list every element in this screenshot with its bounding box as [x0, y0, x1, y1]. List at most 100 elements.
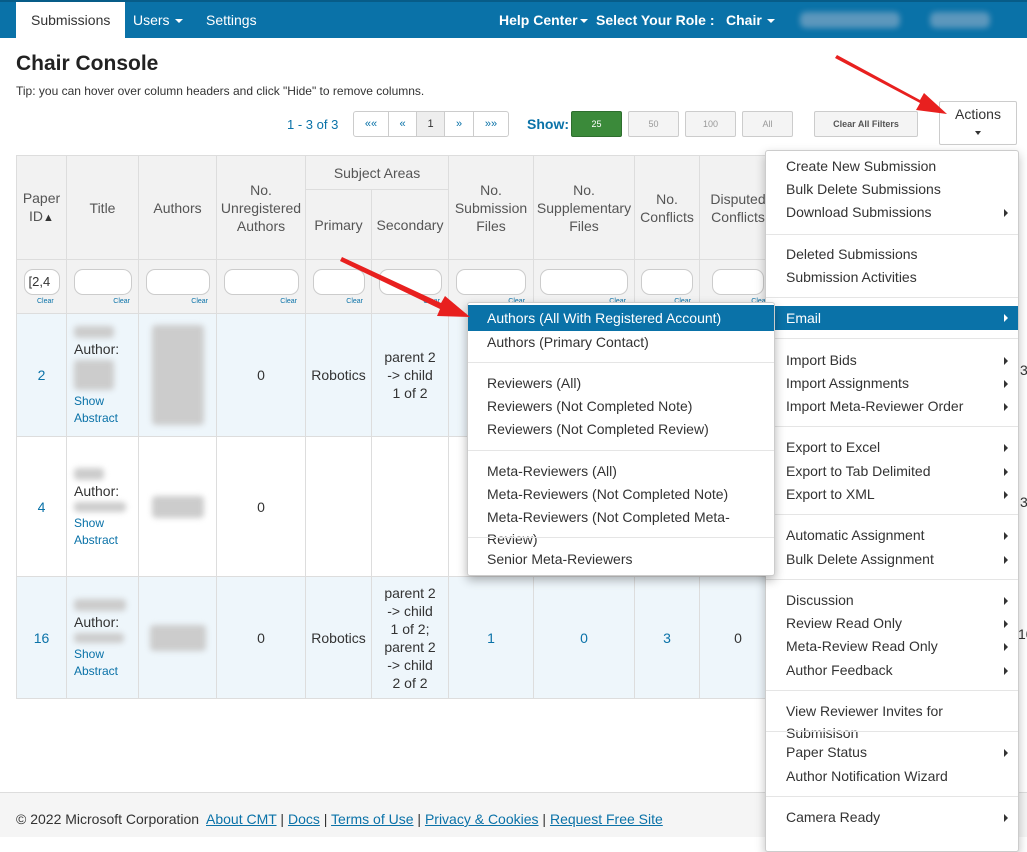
col-title[interactable]: Title — [66, 155, 139, 260]
menu-automatic-assignment[interactable]: Automatic Assignment — [766, 524, 1018, 546]
menu-paper-status[interactable]: Paper Status — [766, 741, 1018, 763]
docs-link[interactable]: Docs — [288, 811, 320, 827]
help-center-menu[interactable]: Help Center — [499, 2, 588, 38]
col-secondary[interactable]: Secondary — [370, 189, 450, 260]
last-page-button[interactable]: »» — [473, 111, 509, 137]
unregistered-cell: 0 — [216, 313, 306, 437]
email-reviewers-not-completed-note[interactable]: Reviewers (Not Completed Note) — [468, 395, 774, 417]
menu-import-assignments[interactable]: Import Assignments — [766, 372, 1018, 394]
next-page-button[interactable]: » — [444, 111, 474, 137]
menu-view-reviewer-invites[interactable]: View Reviewer Invites for Submisison — [766, 700, 1018, 741]
col-paper-id[interactable]: Paper ID▲ — [16, 155, 67, 260]
email-authors-registered[interactable]: Authors (All With Registered Account) — [468, 305, 774, 331]
menu-divider — [766, 426, 1018, 427]
filter-clear-link[interactable]: Clear — [217, 298, 305, 305]
menu-deleted-submissions[interactable]: Deleted Submissions — [766, 243, 1018, 265]
tab-users[interactable]: Users — [133, 2, 183, 38]
filter-clear-link[interactable]: Clear — [17, 298, 66, 305]
show-abstract-link[interactable]: Show Abstract — [67, 646, 138, 680]
menu-bulk-delete-assignment[interactable]: Bulk Delete Assignment — [766, 548, 1018, 570]
supplementary-files-link[interactable]: 0 — [580, 630, 588, 646]
filter-unregistered-input[interactable] — [223, 268, 299, 295]
filter-clear-link[interactable]: Clear — [139, 298, 216, 305]
page-size-25[interactable]: 25 — [571, 111, 622, 137]
email-meta-reviewers-not-completed-note[interactable]: Meta-Reviewers (Not Completed Note) — [468, 483, 774, 505]
filter-clear-link[interactable]: Clear — [67, 298, 138, 305]
first-page-button[interactable]: «« — [353, 111, 389, 137]
filter-cell: Clear — [370, 259, 450, 314]
paper-id-link[interactable]: 16 — [34, 630, 50, 646]
filter-secondary-input[interactable] — [378, 268, 442, 295]
filter-submission-files-input[interactable] — [456, 268, 527, 295]
page-size-100[interactable]: 100 — [685, 111, 736, 137]
page-size-all[interactable]: All — [742, 111, 793, 137]
menu-export-excel[interactable]: Export to Excel — [766, 436, 1018, 458]
col-unregistered[interactable]: No. Unregistered Authors — [216, 155, 306, 260]
sort-up-icon[interactable]: ▲ — [43, 212, 54, 224]
about-cmt-link[interactable]: About CMT — [206, 811, 277, 827]
menu-discussion[interactable]: Discussion — [766, 589, 1018, 611]
email-senior-meta-reviewers[interactable]: Senior Meta-Reviewers — [468, 548, 774, 570]
copyright: © 2022 Microsoft Corporation — [16, 811, 200, 827]
menu-review-read-only[interactable]: Review Read Only — [766, 612, 1018, 634]
menu-email[interactable]: Email — [766, 306, 1018, 330]
filter-title-input[interactable] — [73, 268, 132, 295]
chevron-down-icon — [174, 19, 183, 24]
actions-button[interactable]: Actions — [939, 101, 1017, 145]
terms-link[interactable]: Terms of Use — [331, 811, 413, 827]
col-conflicts[interactable]: No. Conflicts — [634, 155, 701, 260]
email-reviewers-not-completed-review[interactable]: Reviewers (Not Completed Review) — [468, 418, 774, 440]
col-authors[interactable]: Authors — [138, 155, 217, 260]
filter-disputed-input[interactable] — [712, 268, 765, 295]
menu-submission-activities[interactable]: Submission Activities — [766, 266, 1018, 288]
prev-page-button[interactable]: « — [388, 111, 417, 137]
filter-authors-input[interactable] — [145, 268, 210, 295]
filter-conflicts-input[interactable] — [641, 268, 694, 295]
menu-bulk-delete-submissions[interactable]: Bulk Delete Submissions — [766, 178, 1018, 200]
filter-paper-id-input[interactable]: [2,4 — [23, 268, 60, 295]
menu-create-new-submission[interactable]: Create New Submission — [766, 155, 1018, 177]
tab-settings[interactable]: Settings — [206, 2, 257, 38]
page-1-button[interactable]: 1 — [416, 111, 445, 137]
page-size-50[interactable]: 50 — [628, 111, 679, 137]
menu-author-feedback[interactable]: Author Feedback — [766, 659, 1018, 681]
menu-export-xml[interactable]: Export to XML — [766, 483, 1018, 505]
filter-primary-input[interactable] — [312, 268, 365, 295]
tab-submissions[interactable]: Submissions — [16, 2, 126, 38]
filter-supplementary-files-input[interactable] — [540, 268, 629, 295]
user-menu-redacted[interactable] — [930, 12, 990, 28]
role-selector[interactable]: Chair — [726, 2, 775, 38]
clear-all-filters-button[interactable]: Clear All Filters — [814, 111, 918, 137]
menu-export-tab-delimited[interactable]: Export to Tab Delimited — [766, 460, 1018, 482]
email-authors-primary[interactable]: Authors (Primary Contact) — [468, 331, 774, 353]
tab-users-label: Users — [133, 12, 170, 28]
request-free-site-link[interactable]: Request Free Site — [550, 811, 663, 827]
overflow-value: 10 — [1018, 626, 1027, 642]
show-abstract-show: Show — [74, 394, 105, 408]
email-meta-reviewers-not-completed-meta-review[interactable]: Meta-Reviewers (Not Completed Meta-Revie… — [468, 506, 774, 547]
menu-camera-ready[interactable]: Camera Ready — [766, 806, 1018, 828]
col-supplementary-files[interactable]: No. Supplementary Files — [533, 155, 636, 260]
menu-import-meta-reviewer-order[interactable]: Import Meta-Reviewer Order — [766, 395, 1018, 417]
col-submission-files[interactable]: No. Submission Files — [448, 155, 535, 260]
submission-files-link[interactable]: 1 — [487, 630, 495, 646]
chevron-right-icon — [1004, 403, 1008, 411]
primary-cell — [305, 436, 372, 577]
show-abstract-link[interactable]: Show Abstract — [67, 393, 138, 427]
submenu-divider — [468, 450, 774, 451]
menu-download-submissions[interactable]: Download Submissions — [766, 201, 1018, 223]
user-name-redacted[interactable] — [800, 12, 900, 28]
email-reviewers-all[interactable]: Reviewers (All) — [468, 372, 774, 394]
menu-import-bids[interactable]: Import Bids — [766, 349, 1018, 371]
email-meta-reviewers-all[interactable]: Meta-Reviewers (All) — [468, 460, 774, 482]
paper-id-link[interactable]: 4 — [38, 499, 46, 515]
filter-clear-link[interactable]: Clear — [306, 298, 371, 305]
menu-author-notification-wizard[interactable]: Author Notification Wizard — [766, 765, 1018, 787]
conflicts-link[interactable]: 3 — [663, 630, 671, 646]
filter-clear-link[interactable]: Clear — [372, 298, 448, 305]
col-primary[interactable]: Primary — [305, 189, 372, 260]
paper-id-link[interactable]: 2 — [38, 367, 46, 383]
menu-meta-review-read-only[interactable]: Meta-Review Read Only — [766, 635, 1018, 657]
privacy-link[interactable]: Privacy & Cookies — [425, 811, 539, 827]
show-abstract-link[interactable]: Show Abstract — [67, 515, 138, 549]
